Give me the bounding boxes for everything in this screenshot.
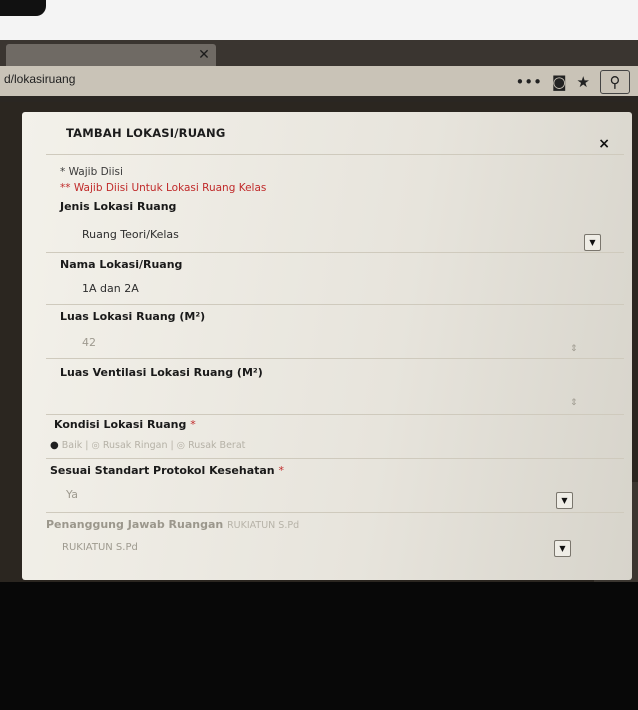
required-mark: * [278, 464, 284, 477]
chevron-down-icon[interactable]: ▼ [556, 492, 573, 509]
divider [46, 458, 624, 459]
required-note-text: * Wajib Diisi [60, 166, 123, 178]
more-icon[interactable]: ••• [515, 71, 542, 93]
protokol-label: Sesuai Standart Protokol Kesehatan * [50, 464, 284, 477]
star-icon[interactable]: ★ [577, 71, 590, 93]
required-class-note: ** Wajib Diisi Untuk Lokasi Ruang Kelas [60, 182, 266, 194]
jenis-select[interactable]: Ruang Teori/Kelas [82, 228, 179, 241]
divider [46, 304, 624, 305]
header-divider [46, 154, 624, 155]
address-bar-actions: ••• ◙ ★ ⚲ [515, 70, 630, 94]
photo-bottom-dark [0, 582, 638, 710]
required-note: * Wajib Diisi [60, 166, 123, 178]
penanggung-select[interactable]: RUKIATUN S.Pd [62, 542, 138, 553]
divider [46, 358, 624, 359]
radio-baik[interactable]: ● [50, 440, 59, 451]
luas-input[interactable]: 42 [82, 336, 96, 349]
spinner-icon[interactable]: ⇕ [570, 398, 578, 408]
url-text[interactable]: d/lokasiruang [4, 72, 75, 86]
nama-label: Nama Lokasi/Ruang [60, 258, 183, 271]
radio-label-rusak-berat: Rusak Berat [188, 440, 246, 451]
ventilasi-label: Luas Ventilasi Lokasi Ruang (M²) [60, 366, 263, 379]
radio-rusak-ringan[interactable]: ◎ [92, 440, 100, 451]
tab-bar: ✕ [0, 40, 638, 66]
required-mark: * [190, 418, 196, 431]
photo-artifact [0, 0, 46, 16]
penanggung-label: Penanggung Jawab Ruangan RUKIATUN S.Pd [46, 518, 299, 531]
penanggung-label-text: Penanggung Jawab Ruangan [46, 518, 224, 531]
required-class-note-text: ** Wajib Diisi Untuk Lokasi Ruang Kelas [60, 182, 267, 194]
browser-chrome: ✕ d/lokasiruang ••• ◙ ★ ⚲ [0, 40, 638, 102]
photo-top-strip [0, 0, 638, 40]
radio-label-baik: Baik [61, 440, 83, 451]
radio-rusak-berat[interactable]: ◎ [177, 440, 185, 451]
pocket-icon[interactable]: ◙ [552, 71, 567, 93]
protokol-select[interactable]: Ya [66, 488, 78, 501]
luas-label: Luas Lokasi Ruang (M²) [60, 310, 206, 323]
penanggung-hint: RUKIATUN S.Pd [227, 520, 300, 531]
radio-label-rusak-ringan: Rusak Ringan [102, 440, 168, 451]
spinner-icon[interactable]: ⇕ [570, 344, 578, 354]
protokol-label-text: Sesuai Standart Protokol Kesehatan [50, 464, 275, 477]
address-bar[interactable]: d/lokasiruang ••• ◙ ★ ⚲ [0, 66, 638, 96]
browser-tab[interactable]: ✕ [6, 44, 216, 66]
kondisi-label: Kondisi Lokasi Ruang * [54, 418, 196, 431]
modal-title: TAMBAH LOKASI/RUANG [66, 126, 226, 140]
tab-close-icon[interactable]: ✕ [192, 44, 216, 66]
add-location-modal: TAMBAH LOKASI/RUANG × * Wajib Diisi ** W… [22, 112, 632, 580]
search-icon[interactable]: ⚲ [600, 70, 630, 94]
radio-separator: | [170, 440, 174, 451]
chevron-down-icon[interactable]: ▼ [584, 234, 601, 251]
kondisi-radio-group: ● Baik | ◎ Rusak Ringan | ◎ Rusak Berat [50, 440, 245, 451]
divider [46, 252, 624, 253]
divider [46, 512, 624, 513]
chevron-down-icon[interactable]: ▼ [554, 540, 571, 557]
divider [46, 414, 624, 415]
close-icon[interactable]: × [598, 136, 610, 152]
nama-input[interactable]: 1A dan 2A [82, 282, 139, 295]
kondisi-label-text: Kondisi Lokasi Ruang [54, 418, 187, 431]
jenis-label: Jenis Lokasi Ruang [60, 200, 177, 213]
radio-separator: | [85, 440, 89, 451]
